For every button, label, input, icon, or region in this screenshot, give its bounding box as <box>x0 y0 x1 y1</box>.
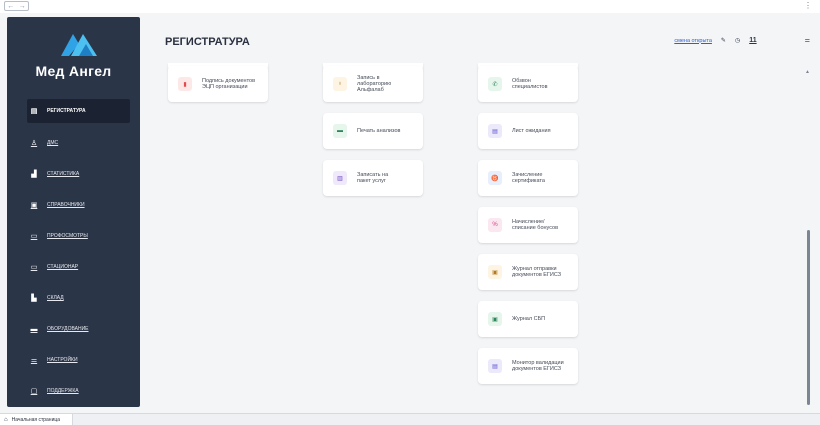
edit-icon[interactable]: ✎ <box>721 37 726 44</box>
back-arrow-icon[interactable]: ← <box>7 3 14 10</box>
history-clock-icon[interactable]: ◷ <box>735 37 740 44</box>
action-card[interactable]: ✆ Обзвон специалистов <box>478 66 578 102</box>
action-card[interactable]: ▤ Лист ожидания <box>478 113 578 149</box>
action-card[interactable]: ▣ Журнал СБП <box>478 301 578 337</box>
action-card[interactable]: ▣ Журнал отправки документов ЕГИСЗ <box>478 254 578 290</box>
action-card-label: Записать на пакет услуг <box>357 171 389 184</box>
sidebar-item-label: СТАЦИОНАР <box>47 264 79 270</box>
action-card[interactable]: ♉ Зачисление сертификата <box>478 160 578 196</box>
sidebar-item-label: ДМС <box>47 140 59 146</box>
settings-icon: ⚌ <box>30 357 38 364</box>
action-card-label: Запись в лабораторию Альфалаб <box>357 74 392 94</box>
action-card[interactable]: ▤ Монитор валидации документов ЕГИСЗ <box>478 348 578 384</box>
book-icon: ▣ <box>30 202 38 209</box>
action-card-label: Журнал СБП <box>512 315 546 322</box>
tab-home[interactable]: ⌂ Начальная страница <box>0 414 73 425</box>
sidebar-item-label: РЕГИСТРАТУРА <box>47 108 86 114</box>
sidebar: Мед Ангел ▤ РЕГИСТРАТУРА ♙ ДМС ▟ СТАТИСТИКА ▣ С… <box>7 17 140 407</box>
sidebar-item-9[interactable]: ⚌ НАСТРОЙКИ <box>27 348 130 372</box>
action-card-label: Обзвон специалистов <box>512 77 548 90</box>
sidebar-item-label: СПРАВОЧНИКИ <box>47 202 85 208</box>
logo-icon <box>61 34 97 56</box>
home-icon: ⌂ <box>4 416 8 423</box>
chart-icon: ▟ <box>31 171 37 178</box>
sidebar-item-7[interactable]: ▙ СКЛАД <box>27 286 130 310</box>
action-card[interactable]: ▮ Подпись документов ЭЦП организации <box>168 66 268 102</box>
list-icon: ▤ <box>488 124 502 138</box>
folder-icon: ▭ <box>30 233 38 240</box>
brand-name: Мед Ангел <box>35 63 112 79</box>
taskbar: ⌂ Начальная страница <box>0 413 820 425</box>
shift-status-link[interactable]: смена открыта <box>674 38 712 44</box>
action-card[interactable]: ▥ Записать на пакет услуг <box>323 160 423 196</box>
sidebar-item-label: НАСТРОЙКИ <box>47 357 78 363</box>
page-title: РЕГИСТРАТУРА <box>165 36 250 48</box>
kebab-menu-icon[interactable]: ⋮ <box>804 1 812 10</box>
action-card-label: Журнал отправки документов ЕГИСЗ <box>512 265 562 278</box>
journal-icon: ▣ <box>488 265 502 279</box>
monitor-icon: ▤ <box>488 359 502 373</box>
folder-icon: ▭ <box>30 264 38 271</box>
sidebar-item-label: СКЛАД <box>47 295 64 301</box>
action-card-label: Подпись документов ЭЦП организации <box>202 77 256 90</box>
phone-icon: ✆ <box>488 77 502 91</box>
action-card-label: Зачисление сертификата <box>512 171 545 184</box>
history-nav: ← → <box>4 1 29 11</box>
action-card-label: Печать анализов <box>357 127 401 134</box>
user-icon: ♙ <box>30 140 38 147</box>
sidebar-item-label: СТАТИСТИКА <box>47 171 80 177</box>
sidebar-item-label: ПОДДЕРЖКА <box>47 388 79 394</box>
scrollbar-thumb[interactable] <box>807 230 810 405</box>
register-icon: ▤ <box>30 108 38 115</box>
document-sign-icon: ▮ <box>178 77 192 91</box>
certificate-icon: ♉ <box>488 171 502 185</box>
warehouse-icon: ▙ <box>31 295 37 302</box>
sidebar-item-label: ОБОРУДОВАНИЕ <box>47 326 89 332</box>
sidebar-item-10[interactable]: ▢ ПОДДЕРЖКА <box>27 379 130 403</box>
action-card[interactable]: ♁ Запись в лабораторию Альфалаб <box>323 66 423 102</box>
action-card[interactable]: ▬ Печать анализов <box>323 113 423 149</box>
sidebar-item-1[interactable]: ▤ РЕГИСТРАТУРА <box>27 99 130 123</box>
action-card-label: Монитор валидации документов ЕГИСЗ <box>512 359 564 372</box>
equipment-icon: ▬ <box>30 325 38 333</box>
sidebar-item-label: ПРОФОСМОТРЫ <box>47 233 88 239</box>
action-card-label: Начисление/ списание бонусов <box>512 218 559 231</box>
support-icon: ▢ <box>30 388 38 395</box>
scrollbar[interactable] <box>807 75 810 405</box>
sidebar-item-3[interactable]: ▟ СТАТИСТИКА <box>27 162 130 186</box>
action-card[interactable]: % Начисление/ списание бонусов <box>478 207 578 243</box>
sbp-journal-icon: ▣ <box>488 312 502 326</box>
forward-arrow-icon[interactable]: → <box>19 3 26 10</box>
count-link[interactable]: 11 <box>749 37 756 44</box>
tab-label: Начальная страница <box>11 416 61 423</box>
sidebar-item-4[interactable]: ▣ СПРАВОЧНИКИ <box>27 193 130 217</box>
lab-flask-icon: ♁ <box>333 77 347 91</box>
header-actions: смена открыта ✎ ◷ 11 ⚌ <box>674 37 810 44</box>
action-grid: ▮ Подпись документов ЭЦП организации ♁ Запи… <box>145 63 810 408</box>
percent-icon: % <box>488 218 502 232</box>
filter-sliders-icon[interactable]: ⚌ <box>805 37 810 44</box>
sidebar-item-8[interactable]: ▬ ОБОРУДОВАНИЕ <box>27 317 130 341</box>
package-icon: ▥ <box>333 171 347 185</box>
sidebar-item-2[interactable]: ♙ ДМС <box>27 131 130 155</box>
app-window: Мед Ангел ▤ РЕГИСТРАТУРА ♙ ДМС ▟ СТАТИСТИКА ▣ С… <box>0 13 820 413</box>
action-card-label: Лист ожидания <box>512 127 551 134</box>
sidebar-item-6[interactable]: ▭ СТАЦИОНАР <box>27 255 130 279</box>
printer-icon: ▬ <box>333 124 347 138</box>
sidebar-item-5[interactable]: ▭ ПРОФОСМОТРЫ <box>27 224 130 248</box>
browser-toolbar: ← → ⋮ <box>0 0 820 13</box>
